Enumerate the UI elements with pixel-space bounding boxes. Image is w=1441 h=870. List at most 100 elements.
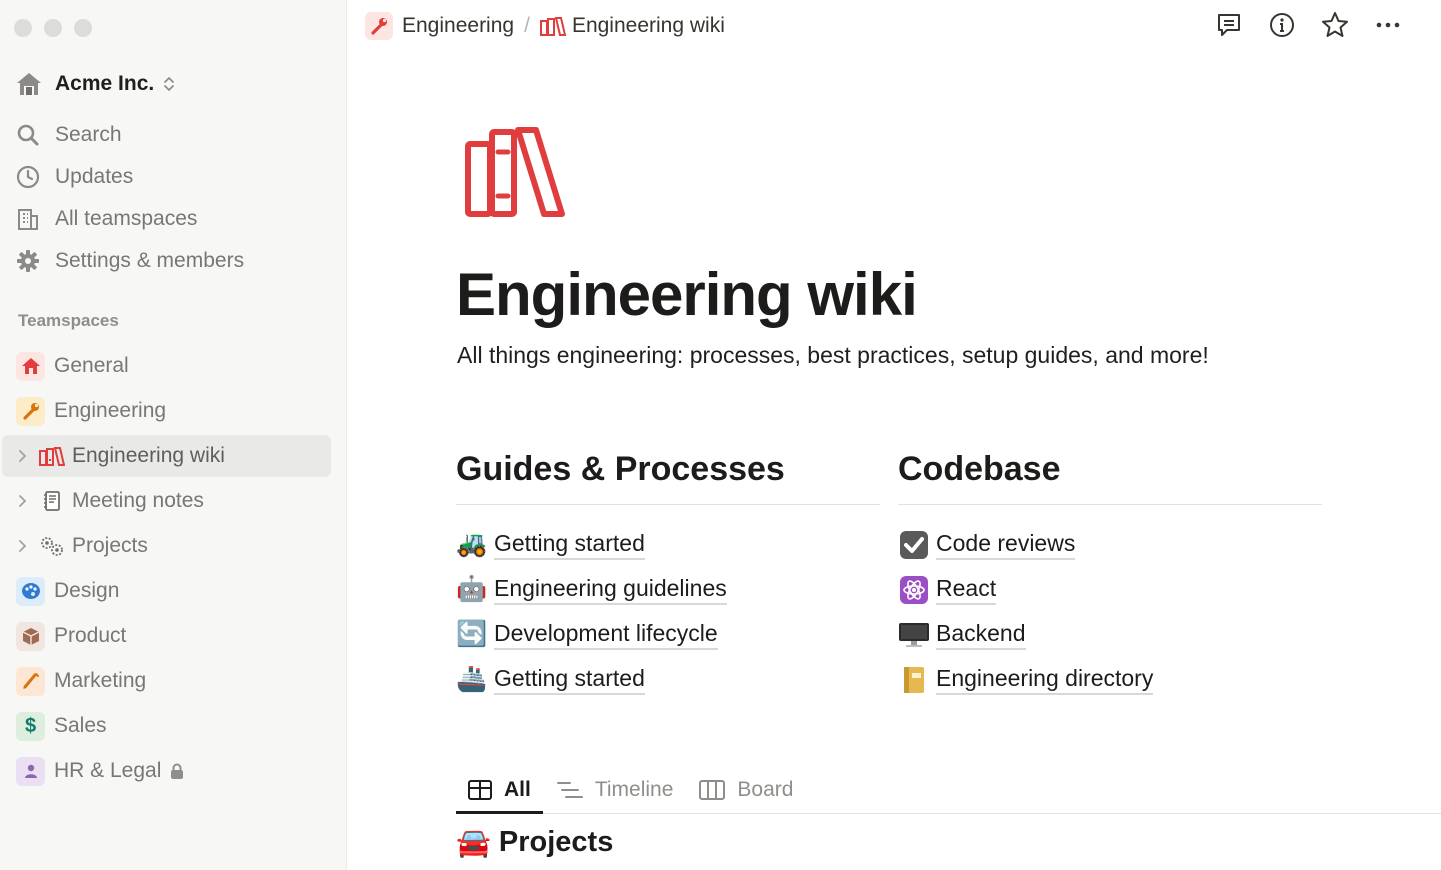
chevron-right-icon[interactable]: [13, 539, 31, 553]
page-actions: [1214, 10, 1403, 40]
column-heading[interactable]: Guides & Processes: [456, 446, 880, 505]
window-controls: [14, 19, 92, 37]
breadcrumb-separator: /: [524, 14, 530, 37]
breadcrumb: Engineering / Engineering wiki: [365, 9, 725, 43]
star-icon: [1322, 12, 1348, 37]
sidebar-item-label: Marketing: [54, 669, 147, 692]
close-window-button[interactable]: [14, 19, 32, 37]
sidebar-item-label: General: [54, 354, 129, 377]
link-getting-started[interactable]: 🚜 Getting started: [456, 522, 880, 567]
info-button[interactable]: [1267, 10, 1297, 40]
building-icon: [14, 205, 42, 233]
link-label[interactable]: Getting started: [494, 529, 645, 560]
link-getting-started-2[interactable]: 🚢 Getting started: [456, 657, 880, 702]
sidebar-item-meeting-notes[interactable]: Meeting notes: [2, 480, 331, 522]
notebook-icon: [898, 664, 930, 696]
books-icon: [539, 16, 566, 36]
link-label[interactable]: Code reviews: [936, 529, 1076, 560]
sidebar-item-label: Engineering: [54, 399, 167, 422]
sidebar-item-label: Product: [54, 624, 127, 647]
search-icon: [14, 121, 42, 149]
nav-settings[interactable]: Settings & members: [14, 244, 244, 278]
wrench-icon: [16, 396, 45, 426]
sidebar-item-label: Sales: [54, 714, 107, 737]
sidebar-item-label: Meeting notes: [72, 489, 204, 512]
tab-timeline[interactable]: Timeline: [545, 766, 686, 813]
nav-all-teamspaces-label: All teamspaces: [55, 207, 198, 230]
nav-all-teamspaces[interactable]: All teamspaces: [14, 202, 197, 236]
maximize-window-button[interactable]: [74, 19, 92, 37]
sidebar-item-marketing[interactable]: Marketing: [2, 660, 331, 702]
chevron-right-icon[interactable]: [13, 494, 31, 508]
atom-icon: [898, 574, 930, 606]
car-icon: 🚘: [456, 827, 491, 858]
chevron-updown-icon: [164, 77, 175, 91]
tab-label: All: [504, 777, 531, 801]
page-icon[interactable]: [462, 124, 574, 225]
sidebar-item-label: HR & Legal: [54, 759, 162, 782]
link-label[interactable]: React: [936, 574, 997, 605]
teamspaces-heading: Teamspaces: [18, 311, 119, 330]
nav-search-label: Search: [55, 123, 122, 146]
database-view-tabs: All Timeline Board: [456, 766, 1441, 814]
minimize-window-button[interactable]: [44, 19, 62, 37]
page-title[interactable]: Engineering wiki: [456, 258, 918, 332]
link-code-reviews[interactable]: Code reviews: [898, 522, 1322, 567]
notebook-icon: [37, 487, 66, 516]
workspace-switcher[interactable]: Acme Inc.: [14, 68, 175, 100]
tractor-icon: 🚜: [456, 530, 488, 558]
favorite-button[interactable]: [1320, 10, 1350, 40]
ship-icon: 🚢: [456, 665, 488, 693]
link-react[interactable]: React: [898, 567, 1322, 612]
sidebar-item-engineering[interactable]: Engineering: [2, 390, 331, 432]
gear-icon: [14, 247, 42, 275]
package-icon: [16, 621, 45, 651]
home-icon: [14, 69, 44, 99]
nav-search[interactable]: Search: [14, 118, 122, 152]
sidebar-item-general[interactable]: General: [2, 345, 331, 387]
link-label[interactable]: Development lifecycle: [494, 619, 718, 650]
sidebar-item-hr-legal[interactable]: HR & Legal: [2, 750, 331, 792]
sidebar-item-design[interactable]: Design: [2, 570, 331, 612]
sidebar-item-label: Engineering wiki: [72, 444, 225, 467]
dollar-icon: $: [16, 711, 45, 741]
tab-board[interactable]: Board: [687, 766, 805, 813]
person-icon: [16, 756, 45, 786]
check-icon: [898, 529, 930, 561]
guides-column: Guides & Processes 🚜 Getting started 🤖 E…: [456, 446, 880, 702]
tab-all[interactable]: All: [456, 766, 543, 814]
link-engineering-directory[interactable]: Engineering directory: [898, 657, 1322, 702]
column-heading[interactable]: Codebase: [898, 446, 1322, 505]
nav-updates[interactable]: Updates: [14, 160, 133, 194]
nav-updates-label: Updates: [55, 165, 134, 188]
table-icon: [468, 779, 492, 800]
tab-label: Timeline: [594, 777, 674, 801]
link-label[interactable]: Backend: [936, 619, 1026, 650]
link-label[interactable]: Getting started: [494, 664, 645, 695]
sidebar-item-label: Projects: [72, 534, 148, 557]
sidebar-item-product[interactable]: Product: [2, 615, 331, 657]
database-title-label[interactable]: Projects: [499, 826, 613, 859]
link-backend[interactable]: Backend: [898, 612, 1322, 657]
comment-icon: [1218, 14, 1240, 36]
sidebar-item-label: Design: [54, 579, 120, 602]
link-engineering-guidelines[interactable]: 🤖 Engineering guidelines: [456, 567, 880, 612]
sidebar-item-engineering-wiki[interactable]: Engineering wiki: [2, 435, 331, 477]
more-button[interactable]: [1373, 10, 1403, 40]
more-icon: [1376, 22, 1400, 28]
sidebar-item-projects[interactable]: Projects: [2, 525, 331, 567]
link-development-lifecycle[interactable]: 🔄 Development lifecycle: [456, 612, 880, 657]
link-label[interactable]: Engineering guidelines: [494, 574, 727, 605]
chevron-right-icon[interactable]: [13, 449, 31, 463]
sidebar-item-sales[interactable]: $ Sales: [2, 705, 331, 747]
clock-icon: [14, 163, 42, 191]
link-label[interactable]: Engineering directory: [936, 664, 1154, 695]
breadcrumb-current[interactable]: Engineering wiki: [572, 14, 725, 38]
wrench-icon: [365, 12, 393, 40]
comments-button[interactable]: [1214, 10, 1244, 40]
palette-icon: [16, 576, 45, 606]
database-title[interactable]: 🚘 Projects: [456, 826, 613, 859]
page-description[interactable]: All things engineering: processes, best …: [457, 340, 1209, 370]
board-icon: [699, 779, 726, 800]
breadcrumb-parent[interactable]: Engineering: [402, 14, 514, 38]
